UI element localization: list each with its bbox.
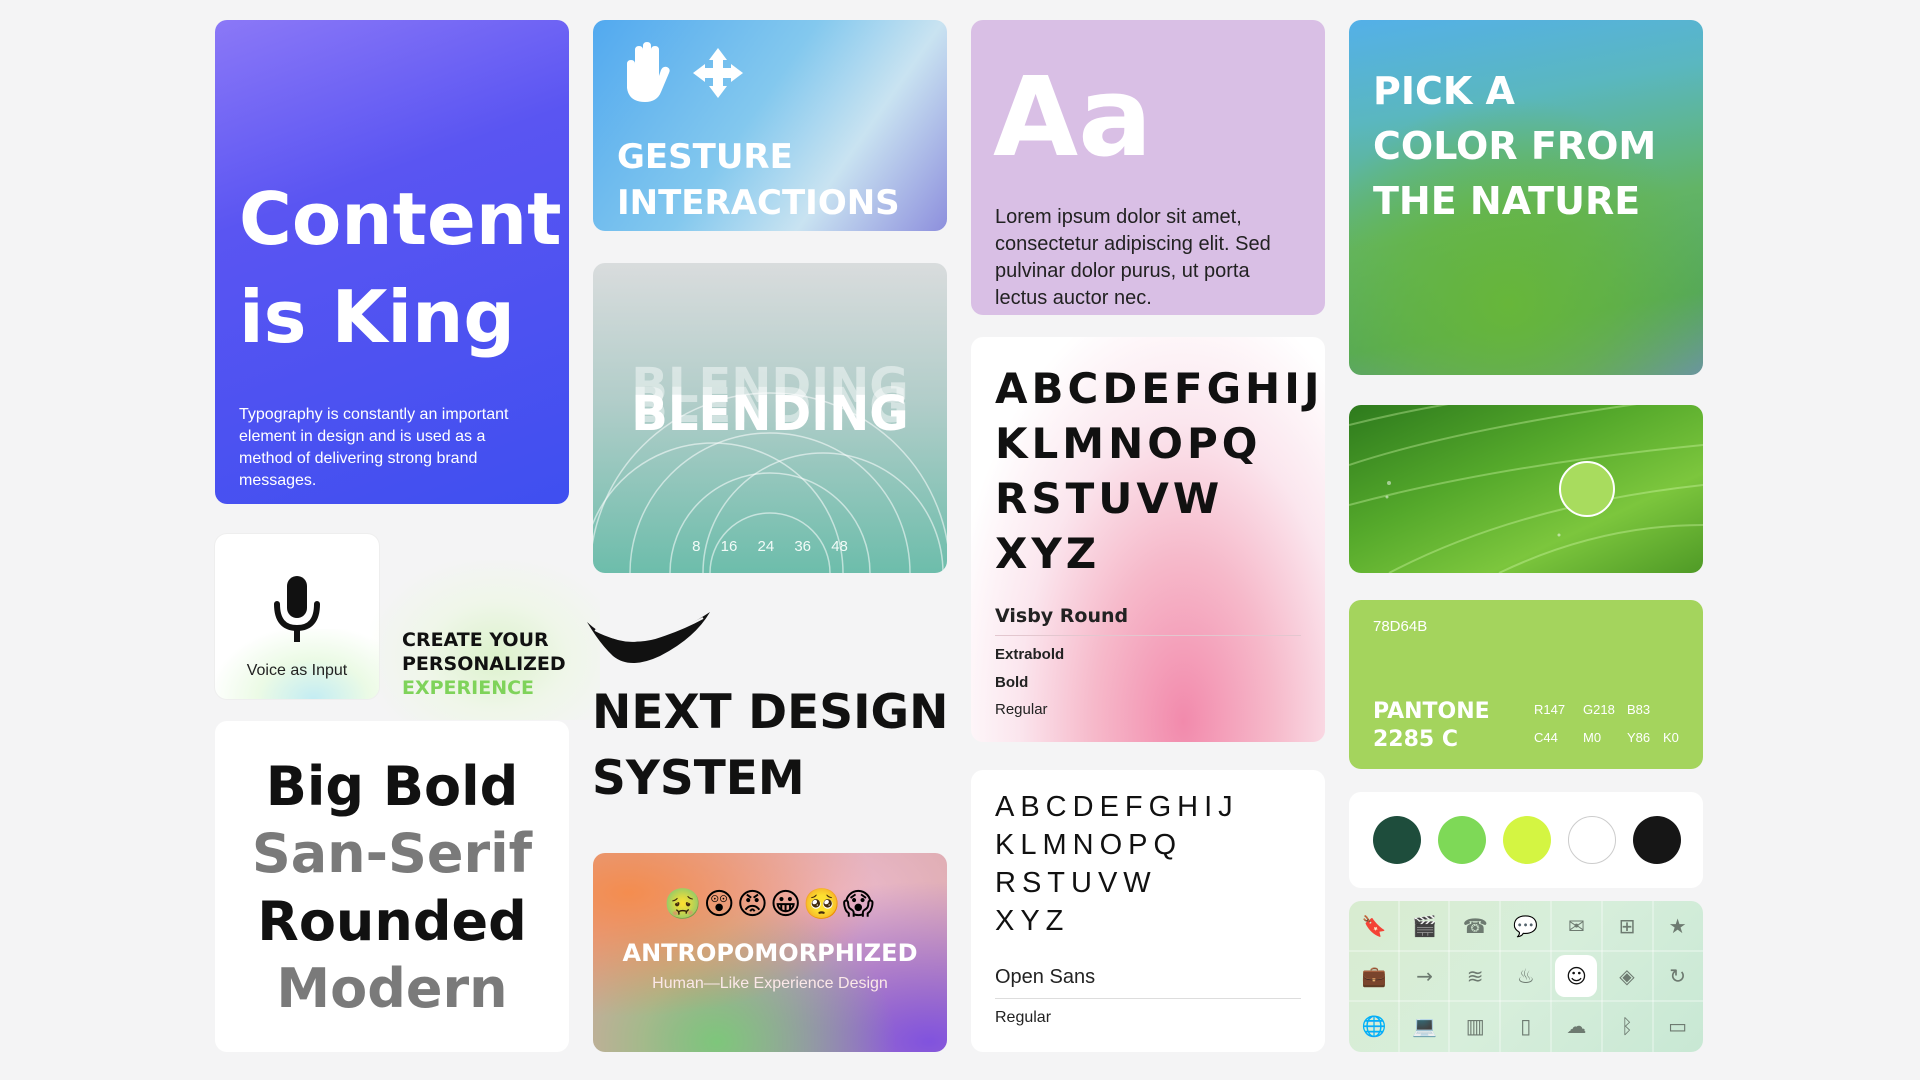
- cmyk-value: C44: [1534, 730, 1558, 745]
- next-design-title: NEXT DESIGN SYSTEM: [592, 685, 949, 806]
- globe-icon[interactable]: 🌐: [1349, 1001, 1399, 1051]
- color-picker-ring: [1559, 461, 1615, 517]
- weight-regular: Regular: [995, 1009, 1052, 1026]
- cmyk-value: K0: [1663, 730, 1679, 745]
- chat-icon[interactable]: 💬: [1501, 901, 1551, 951]
- content-is-king-card: Content is King Typography is constantly…: [215, 20, 569, 504]
- swoosh-logo: [587, 612, 710, 663]
- smartphone-icon[interactable]: ▯: [1501, 1001, 1551, 1051]
- personalized-text: CREATE YOUR PERSONALIZED EXPERIENCE: [402, 628, 566, 700]
- swatch-black[interactable]: [1633, 816, 1681, 864]
- emoji-row: 🤢😲😡😀🥺😱: [664, 888, 876, 921]
- cmyk-value: Y86: [1627, 730, 1651, 745]
- antro-subtitle: Human—Like Experience Design: [652, 975, 888, 992]
- microphone-icon: [274, 576, 320, 642]
- weight-extrabold: Extrabold: [995, 646, 1065, 663]
- bar-chart-icon[interactable]: ▥: [1450, 1001, 1500, 1051]
- size-tick: 36: [794, 538, 812, 555]
- credit-card-icon[interactable]: ▭: [1653, 1001, 1703, 1051]
- opensans-alphabet: ABCDEFGHIJ KLMNOPQ RSTUVW XYZ: [995, 791, 1239, 937]
- divider: [995, 635, 1301, 636]
- move-arrows-icon: [693, 48, 743, 98]
- cloud-icon[interactable]: ☁: [1551, 1001, 1601, 1051]
- size-tick: 48: [831, 538, 848, 555]
- bigbold-line: San-Serif: [251, 822, 533, 885]
- bigbold-line: Big Bold: [265, 755, 519, 818]
- big-bold-card: Big Bold San-Serif Rounded Modern: [215, 721, 569, 1052]
- icon-grid-card: 🔖 🎬 ☎ 💬 ✉ ⊞ ★ 💼 → ≋ ♨ ☺ ◈ ↻ 🌐 💻 ▥ ▯ ☁ ᛒ ▭: [1349, 901, 1703, 1052]
- pick-color-card: PICK A COLOR FROM THE NATURE: [1349, 20, 1703, 375]
- content-body: Typography is constantly an important el…: [239, 406, 509, 489]
- rgb-value: R147: [1534, 702, 1566, 717]
- typography-sample-card: Aa Lorem ipsum dolor sit amet, consectet…: [971, 20, 1325, 315]
- personalized-line-1: CREATE YOUR: [402, 629, 549, 651]
- leaf-photo-card: [1349, 405, 1703, 573]
- phone-icon[interactable]: ☎: [1450, 901, 1500, 951]
- visby-round-card: ABCDEFGHIJ KLMNOPQ RSTUVW XYZ Visby Roun…: [971, 337, 1325, 742]
- refresh-icon[interactable]: ↻: [1653, 951, 1703, 1001]
- rgb-value: G218: [1583, 702, 1615, 717]
- aa-glyph: Aa: [993, 53, 1153, 181]
- voice-label: Voice as Input: [246, 662, 348, 679]
- pantone-hex: 78D64B: [1373, 618, 1428, 635]
- layers-icon[interactable]: ◈: [1602, 951, 1652, 1001]
- face-icon[interactable]: ☺: [1555, 955, 1598, 997]
- laptop-icon[interactable]: 💻: [1400, 1001, 1450, 1051]
- briefcase-icon[interactable]: 💼: [1349, 951, 1399, 1001]
- content-title: Content is King: [239, 177, 562, 359]
- personalized-line-3: EXPERIENCE: [402, 677, 535, 699]
- blending-word: BLENDING: [631, 386, 909, 442]
- swatch-dark-green[interactable]: [1373, 816, 1421, 864]
- arrow-right-icon[interactable]: →: [1400, 951, 1450, 1001]
- personalized-line-2: PERSONALIZED: [402, 653, 566, 675]
- size-scale: 8 16 24 36 48: [593, 538, 947, 555]
- size-tick: 8: [692, 538, 701, 555]
- pantone-card: 78D64B PANTONE 2285 C R147 G218 B83 C44 …: [1349, 600, 1703, 769]
- weight-bold: Bold: [995, 674, 1029, 691]
- gesture-title: GESTURE INTERACTIONS: [617, 137, 900, 223]
- clapperboard-icon[interactable]: 🎬: [1400, 901, 1450, 951]
- color-swatches-card: [1349, 792, 1703, 888]
- bookmark-icon[interactable]: 🔖: [1349, 901, 1399, 951]
- bigbold-line: Rounded: [257, 890, 527, 953]
- voice-input-card[interactable]: Voice as Input: [215, 534, 379, 699]
- gesture-card: GESTURE INTERACTIONS: [593, 20, 947, 231]
- mail-icon[interactable]: ✉: [1551, 901, 1601, 951]
- food-icon[interactable]: ♨: [1501, 951, 1551, 1001]
- cmyk-value: M0: [1583, 730, 1602, 745]
- leaf-veins: [1349, 405, 1703, 573]
- visby-font-name: Visby Round: [995, 605, 1129, 627]
- size-tick: 16: [720, 538, 738, 555]
- bluetooth-icon[interactable]: ᛒ: [1602, 1001, 1652, 1051]
- swatch-green[interactable]: [1438, 816, 1486, 864]
- hand-icon: [627, 42, 670, 102]
- add-box-icon[interactable]: ⊞: [1602, 901, 1652, 951]
- opensans-font-name: Open Sans: [995, 966, 1096, 988]
- antropomorphized-card: 🤢😲😡😀🥺😱 ANTROPOMORPHIZED Human—Like Exper…: [593, 853, 947, 1052]
- rgb-value: B83: [1627, 702, 1651, 717]
- blending-card: BLENDING BLENDING BLENDING 8 16 24 36 48: [593, 263, 947, 573]
- visby-alphabet: ABCDEFGHIJ KLMNOPQ RSTUVW XYZ: [995, 364, 1324, 578]
- lorem-text: Lorem ipsum dolor sit amet, consectetur …: [995, 206, 1271, 309]
- divider: [995, 998, 1301, 999]
- swatch-lime[interactable]: [1503, 816, 1551, 864]
- open-sans-card: ABCDEFGHIJ KLMNOPQ RSTUVW XYZ Open Sans …: [971, 770, 1325, 1052]
- antro-title: ANTROPOMORPHIZED: [622, 939, 918, 967]
- size-tick: 24: [757, 538, 775, 555]
- pantone-name: PANTONE 2285 C: [1373, 699, 1490, 752]
- swatch-white[interactable]: [1568, 816, 1616, 864]
- wifi-icon[interactable]: ≋: [1450, 951, 1500, 1001]
- pick-color-title: PICK A COLOR FROM THE NATURE: [1373, 69, 1657, 223]
- star-icon[interactable]: ★: [1653, 901, 1703, 951]
- bigbold-line: Modern: [276, 957, 508, 1020]
- weight-regular: Regular: [995, 701, 1048, 718]
